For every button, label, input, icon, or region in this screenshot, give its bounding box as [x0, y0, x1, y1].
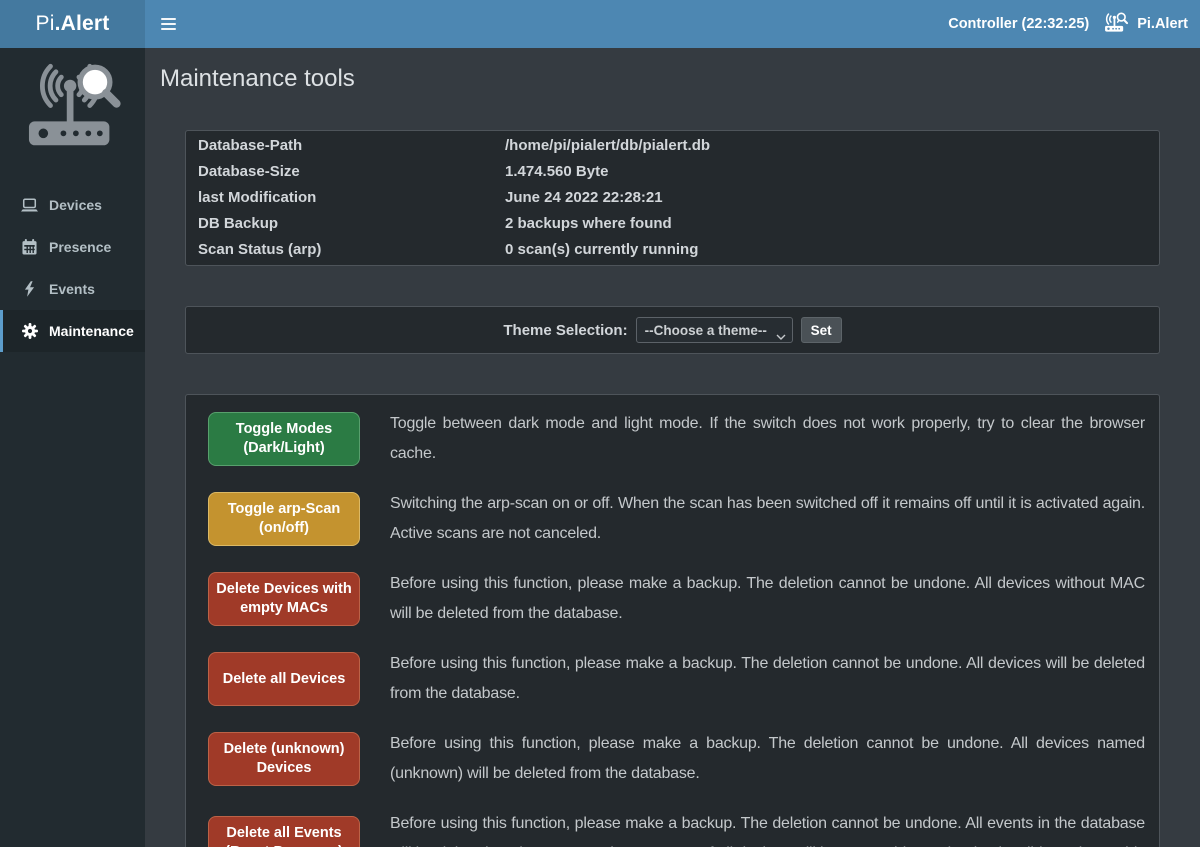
- info-value: June 24 2022 22:28:21: [505, 189, 663, 207]
- sidebar: Devices Presence: [0, 48, 145, 847]
- theme-set-button[interactable]: Set: [801, 317, 842, 343]
- account-menu[interactable]: Pi.Alert: [1104, 12, 1188, 37]
- action-row-delete-all-devices: Delete all Devices Before using this fun…: [200, 649, 1145, 709]
- action-row-toggle-arpscan: Toggle arp-Scan (on/off) Switching the a…: [200, 489, 1145, 549]
- bolt-icon: [21, 281, 38, 297]
- action-description: Switching the arp-scan on or off. When t…: [390, 489, 1145, 549]
- sidebar-item-label: Maintenance: [49, 323, 134, 339]
- sidebar-item-label: Presence: [49, 239, 111, 255]
- sidebar-item-presence[interactable]: Presence: [0, 226, 145, 268]
- top-navbar: Pi.Alert Controller (22:32:25): [0, 0, 1200, 48]
- action-row-delete-unknown-devices: Delete (unknown) Devices Before using th…: [200, 729, 1145, 789]
- table-row: DB Backup 2 backups where found: [186, 211, 1159, 237]
- delete-empty-macs-button[interactable]: Delete Devices with empty MACs: [208, 572, 360, 626]
- delete-all-events-button[interactable]: Delete all Events (Reset Presence): [208, 816, 360, 847]
- brand-text-bold: .Alert: [55, 12, 110, 36]
- pialert-router-logo: [0, 48, 145, 162]
- main-content: Maintenance tools Database-Path /home/pi…: [145, 48, 1200, 847]
- table-row: Scan Status (arp) 0 scan(s) currently ru…: [186, 237, 1159, 263]
- theme-selection-label: Theme Selection:: [503, 322, 627, 339]
- toggle-arpscan-button[interactable]: Toggle arp-Scan (on/off): [208, 492, 360, 546]
- info-label: last Modification: [198, 189, 505, 207]
- info-value: 1.474.560 Byte: [505, 163, 608, 181]
- action-description: Before using this function, please make …: [390, 729, 1145, 789]
- sidebar-item-label: Devices: [49, 197, 102, 213]
- action-description: Before using this function, please make …: [390, 809, 1145, 847]
- table-row: Database-Size 1.474.560 Byte: [186, 159, 1159, 185]
- sidebar-item-devices[interactable]: Devices: [0, 184, 145, 226]
- brand-logo[interactable]: Pi.Alert: [0, 0, 145, 48]
- action-row-delete-all-events: Delete all Events (Reset Presence) Befor…: [200, 809, 1145, 847]
- action-description: Before using this function, please make …: [390, 649, 1145, 709]
- sidebar-menu: Devices Presence: [0, 184, 145, 352]
- info-value: /home/pi/pialert/db/pialert.db: [505, 137, 710, 155]
- info-label: Database-Size: [198, 163, 505, 181]
- action-description: Before using this function, please make …: [390, 569, 1145, 629]
- theme-select[interactable]: --Choose a theme--: [636, 317, 793, 343]
- info-value: 2 backups where found: [505, 215, 672, 233]
- router-scan-icon: [1104, 12, 1129, 37]
- action-row-delete-empty-macs: Delete Devices with empty MACs Before us…: [200, 569, 1145, 629]
- action-row-toggle-modes: Toggle Modes (Dark/Light) Toggle between…: [200, 409, 1145, 469]
- database-info-panel: Database-Path /home/pi/pialert/db/pialer…: [185, 130, 1160, 266]
- sidebar-item-events[interactable]: Events: [0, 268, 145, 310]
- theme-selection-panel: Theme Selection: --Choose a theme-- Set: [185, 306, 1160, 354]
- brand-text-regular: Pi: [36, 12, 55, 36]
- table-row: Database-Path /home/pi/pialert/db/pialer…: [186, 133, 1159, 159]
- gear-icon: [21, 323, 38, 339]
- hamburger-menu-icon[interactable]: [161, 15, 176, 33]
- info-label: Scan Status (arp): [198, 241, 505, 259]
- info-value: 0 scan(s) currently running: [505, 241, 698, 259]
- calendar-icon: [21, 239, 38, 255]
- sidebar-item-label: Events: [49, 281, 95, 297]
- delete-all-devices-button[interactable]: Delete all Devices: [208, 652, 360, 706]
- info-label: DB Backup: [198, 215, 505, 233]
- account-label: Pi.Alert: [1137, 16, 1188, 32]
- info-label: Database-Path: [198, 137, 505, 155]
- sidebar-item-maintenance[interactable]: Maintenance: [0, 310, 145, 352]
- action-description: Toggle between dark mode and light mode.…: [390, 409, 1145, 469]
- toggle-modes-button[interactable]: Toggle Modes (Dark/Light): [208, 412, 360, 466]
- controller-status[interactable]: Controller (22:32:25): [948, 16, 1089, 32]
- page-title: Maintenance tools: [160, 64, 1185, 94]
- maintenance-actions-panel: Toggle Modes (Dark/Light) Toggle between…: [185, 394, 1160, 847]
- laptop-icon: [21, 198, 38, 213]
- table-row: last Modification June 24 2022 22:28:21: [186, 185, 1159, 211]
- delete-unknown-devices-button[interactable]: Delete (unknown) Devices: [208, 732, 360, 786]
